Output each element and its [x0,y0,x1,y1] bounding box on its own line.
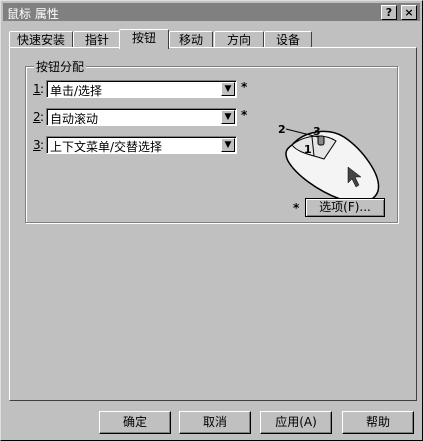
group-title: 按钮分配 [34,58,87,75]
assignment-row-2: 2 : 自动滚动 ▼ * [33,108,273,126]
mouse-diagram-icon: 1 2 3 [278,123,380,204]
assignment-row-1: 1 : 单击/选择 ▼ * [33,80,273,98]
button1-select[interactable]: 单击/选择 ▼ [46,80,237,98]
mouse-label-1: 1 [304,143,312,156]
options-button[interactable]: 选项(F)... [305,198,385,217]
default-marker: * [241,80,248,94]
window-title: 鼠标 属性 [7,7,59,21]
button3-select[interactable]: 上下文菜单/交替选择 ▼ [46,136,237,154]
tab-devices[interactable]: 设备 [264,31,312,48]
tab-motion[interactable]: 移动 [169,31,213,48]
chevron-down-icon[interactable]: ▼ [221,82,235,96]
apply-button[interactable]: 应用(A) [260,411,332,434]
row-colon: : [40,110,45,124]
default-marker: * [293,201,300,215]
select-value: 上下文菜单/交替选择 [50,140,163,154]
title-bar: 鼠标 属性 ? × [3,3,420,21]
button2-select[interactable]: 自动滚动 ▼ [46,108,237,126]
cancel-button[interactable]: 取消 [179,411,251,434]
row-colon: : [40,138,45,152]
chevron-down-icon[interactable]: ▼ [221,138,235,152]
tab-quick-setup[interactable]: 快速安装 [9,31,73,48]
mouse-label-2: 2 [278,123,286,136]
tab-buttons[interactable]: 按钮 [119,29,169,49]
tab-pointer[interactable]: 指针 [73,31,121,48]
ok-button[interactable]: 确定 [99,411,171,434]
assignment-row-3: 3 : 上下文菜单/交替选择 ▼ [33,136,273,154]
help-dialog-button[interactable]: 帮助 [342,411,414,434]
row-colon: : [40,82,45,96]
chevron-down-icon[interactable]: ▼ [221,110,235,124]
select-value: 自动滚动 [50,112,99,126]
properties-window: 鼠标 属性 ? × 快速安装 指针 按钮 移动 方向 设备 按钮分配 1 : 单… [0,0,423,441]
select-value: 单击/选择 [50,84,103,98]
close-button[interactable]: × [401,5,417,20]
default-marker: * [241,108,248,122]
tab-panel-buttons: 按钮分配 1 : 单击/选择 ▼ * 2 : 自动滚动 ▼ * 3: 上下文菜… [9,47,417,401]
button-assignment-group: 按钮分配 1 : 单击/选择 ▼ * 2 : 自动滚动 ▼ * 3: 上下文菜… [25,58,398,223]
help-button[interactable]: ? [381,5,397,20]
tab-orientation[interactable]: 方向 [214,31,264,48]
